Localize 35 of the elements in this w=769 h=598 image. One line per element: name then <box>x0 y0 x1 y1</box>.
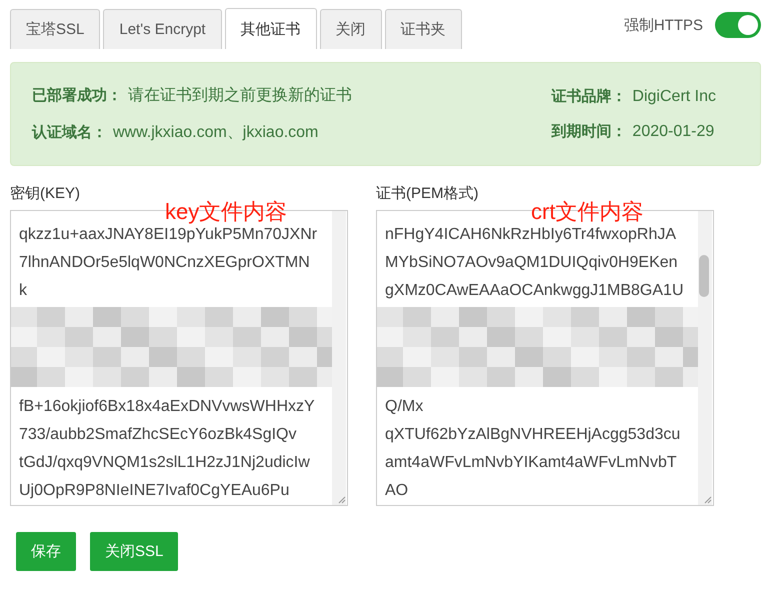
info-value: 2020-01-29 <box>632 123 714 141</box>
text-line: 7lhnANDOr5e5lqW0NCnzXEGprOXTMN <box>19 253 311 273</box>
info-value: www.jkxiao.com、jkxiao.com <box>113 123 318 143</box>
info-value: DigiCert Inc <box>632 88 716 106</box>
tab[interactable]: 其他证书 <box>224 8 317 49</box>
text-line: fB+16okjiof6Bx18x4aExDNVvwsWHHxzY <box>19 397 316 417</box>
text-line: nFHgY4ICAH6NkRzHbIy6Tr4fwxopRhJA <box>385 225 678 245</box>
field-label: 密钥(KEY) <box>10 184 82 204</box>
info-label: 到期时间： <box>551 122 626 141</box>
field-label: 证书(PEM格式) <box>376 184 480 204</box>
tab[interactable]: Let's Encrypt <box>103 9 222 49</box>
text-line: gXMz0CAwEAAaOCAnkwggJ1MB8GA1U <box>385 281 684 301</box>
text-line: AO <box>385 481 410 501</box>
scrollbar[interactable] <box>332 211 346 505</box>
resize-grip-icon[interactable] <box>336 494 346 504</box>
text-line: k <box>19 281 28 301</box>
text-line: 733/aubb2SmafZhcSEcY6ozBk4SgIQv <box>19 425 298 445</box>
tab[interactable]: 宝塔SSL <box>10 9 100 49</box>
text-line: qXTUf62bYzAlBgNVHREEHjAcgg53d3cu <box>385 425 682 445</box>
scrollbar[interactable] <box>698 211 712 505</box>
text-line: qkzz1u+aaxJNAY8EI19pYukP5Mn70JXNr <box>19 225 318 245</box>
info-label: 已部署成功： <box>32 86 122 105</box>
text-line: Q/Mx <box>385 397 424 417</box>
text-line: MYbSiNO7AOv9aQM1DUIQqiv0H9EKen <box>385 253 679 273</box>
info-label: 认证域名： <box>32 123 107 142</box>
info-label: 证书品牌： <box>551 87 626 106</box>
text-line: Uj0OpR9P8NIeINE7Ivaf0CgYEAu6Pu <box>19 481 290 501</box>
info-value: 请在证书到期之前更换新的证书 <box>128 86 352 106</box>
text-line: amt4aWFvLmNvbYIKamt4aWFvLmNvbT <box>385 453 678 473</box>
text-line: tGdJ/qxq9VNQM1s2slL1H2zJ1Nj2udicIw <box>19 453 311 473</box>
switch-label: 强制HTTPS <box>624 16 703 34</box>
toggle-switch[interactable] <box>715 12 761 38</box>
tab[interactable]: 关闭 <box>320 9 382 49</box>
tab[interactable]: 证书夹 <box>384 9 462 49</box>
resize-grip-icon[interactable] <box>702 494 712 504</box>
